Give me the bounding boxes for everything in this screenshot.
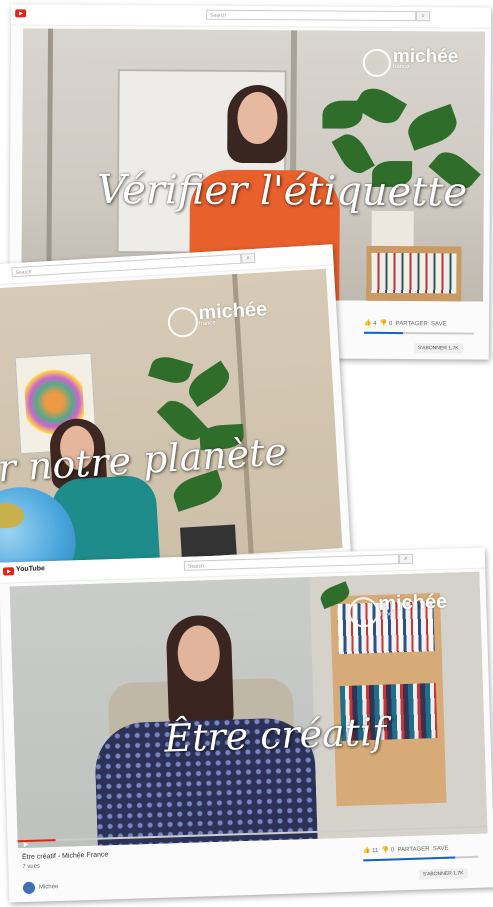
like-bar <box>363 855 479 862</box>
video-title: Être créatif - Michée France <box>21 851 109 862</box>
brand-logo: michée france <box>197 298 268 328</box>
save-button[interactable]: SAVE <box>433 846 449 852</box>
search-input[interactable]: Search <box>183 554 400 571</box>
like-icon[interactable]: 👍 <box>363 848 372 854</box>
like-bar <box>363 331 474 335</box>
search-icon[interactable]: ⌕ <box>398 553 414 565</box>
michee-logo-icon <box>362 48 391 77</box>
video-player[interactable]: michée france Être créatif ▶ <box>9 571 488 849</box>
subscribe-button[interactable]: S'ABONNER 1,7K <box>418 868 468 880</box>
play-icon[interactable]: ▶ <box>24 841 29 848</box>
video-caption: Être créatif <box>163 709 387 761</box>
save-button[interactable]: SAVE <box>431 321 447 327</box>
video-player[interactable]: michée france er notre planète <box>0 268 343 570</box>
search-icon[interactable]: ⌕ <box>240 252 256 264</box>
search-icon[interactable]: ⌕ <box>416 11 431 22</box>
screenshot-creatif: YouTube Search ⌕ michée france Être créa… <box>0 547 493 903</box>
brand-logo: michée france <box>392 45 459 71</box>
share-button[interactable]: PARTAGER <box>397 846 429 853</box>
channel-name[interactable]: Michée <box>39 884 59 891</box>
box <box>371 210 414 247</box>
action-bar: 👍 11 👎 0 PARTAGER SAVE <box>362 845 449 855</box>
like-icon[interactable]: 👍 <box>364 321 373 327</box>
video-caption: Vérifier l'étiquette <box>96 166 468 216</box>
dislike-icon[interactable]: 👎 <box>380 321 389 327</box>
face <box>237 91 278 145</box>
share-button[interactable]: PARTAGER <box>396 321 428 327</box>
subscribe-button[interactable]: S'ABONNER 1,7K <box>413 343 463 354</box>
youtube-header: Search ⌕ <box>11 4 492 29</box>
avatar[interactable] <box>22 881 36 895</box>
plant-pot <box>180 524 237 558</box>
view-count: 7 vues <box>22 863 41 871</box>
youtube-wordmark: YouTube <box>15 565 46 574</box>
screenshot-planete: Search ⌕ michée france er notre planète <box>0 244 351 576</box>
brand-logo: michée france <box>377 590 448 618</box>
action-bar: 👍 4 👎 0 PARTAGER SAVE <box>363 320 447 328</box>
youtube-logo-icon[interactable] <box>2 567 15 576</box>
youtube-logo-icon[interactable] <box>15 9 27 18</box>
search-input[interactable]: Search <box>206 9 417 22</box>
dislike-icon[interactable]: 👎 <box>382 848 391 854</box>
